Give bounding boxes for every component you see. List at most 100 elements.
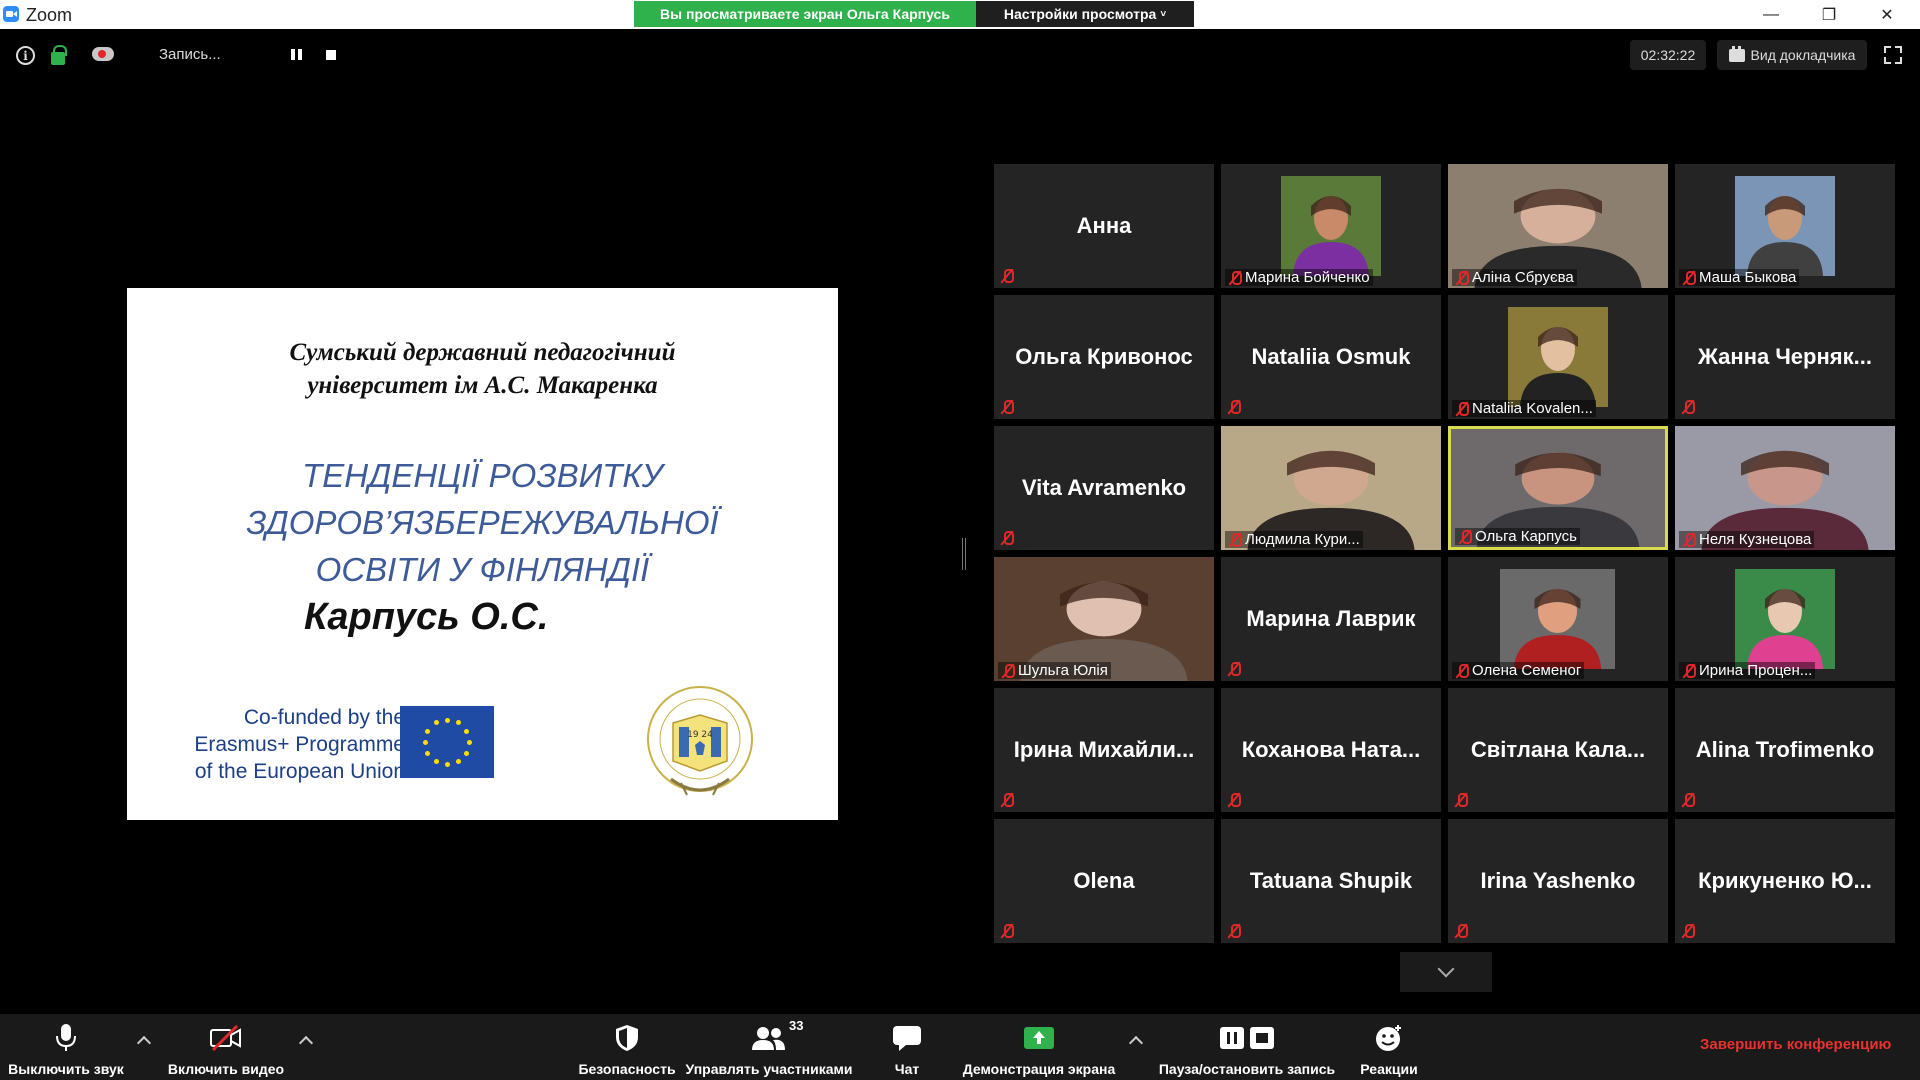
participant-tile[interactable]: Tatuana Shupik: [1221, 819, 1441, 943]
reactions-button[interactable]: Реакции: [1352, 1014, 1426, 1080]
participant-tile[interactable]: Nataliia Kovalen...: [1448, 295, 1668, 419]
slide-university: Сумський державний педагогічний універси…: [127, 336, 838, 402]
mic-muted-icon: [1454, 792, 1468, 808]
slide-title: ТЕНДЕНЦІЇ РОЗВИТКУ ЗДОРОВ’ЯЗБЕРЕЖУВАЛЬНО…: [127, 452, 838, 593]
eu-star-icon: [455, 758, 461, 764]
audio-options-caret-icon[interactable]: [136, 1035, 152, 1051]
security-button[interactable]: Безопасность: [578, 1014, 676, 1080]
participant-name-label: Шульга Юлія: [998, 662, 1111, 679]
eu-flag-icon: [400, 706, 494, 778]
panel-resize-handle[interactable]: [962, 538, 966, 570]
participant-tile[interactable]: Марина Бойченко: [1221, 164, 1441, 288]
participant-name: Маша Быкова: [1699, 269, 1797, 286]
participant-tile[interactable]: Крикуненко Ю...: [1675, 819, 1895, 943]
participant-tile[interactable]: Nataliia Osmuk: [1221, 295, 1441, 419]
security-label: Безопасность: [578, 1061, 676, 1077]
participant-tile[interactable]: Аліна Сбруєва: [1448, 164, 1668, 288]
view-options-button[interactable]: Настройки просмотра ˅: [976, 1, 1194, 27]
participant-tile[interactable]: Жанна Черняк...: [1675, 295, 1895, 419]
participant-tile[interactable]: Коханова Ната...: [1221, 688, 1441, 812]
fullscreen-icon[interactable]: [1884, 46, 1902, 64]
recording-status: Запись...: [159, 46, 221, 63]
manage-participants-button[interactable]: 33 Управлять участниками: [684, 1014, 854, 1080]
close-button[interactable]: ✕: [1864, 0, 1910, 29]
chat-button[interactable]: Чат: [876, 1014, 938, 1080]
cofund-line3: of the European Union: [194, 760, 405, 783]
participant-name-label: Людмила Кури...: [1225, 531, 1363, 548]
minimize-button[interactable]: —: [1748, 0, 1794, 29]
collapse-grid-button[interactable]: [1400, 952, 1492, 992]
participant-name-label: Ольга Карпусь: [1455, 528, 1580, 545]
participant-name: Жанна Черняк...: [1698, 344, 1872, 369]
viewing-screen-label: Вы просматриваете экран Ольга Карпусь: [634, 1, 976, 27]
stop-recording-icon[interactable]: [326, 50, 336, 60]
participant-name: Крикуненко Ю...: [1698, 868, 1872, 893]
eu-star-icon: [463, 750, 469, 756]
shield-icon: [609, 1020, 645, 1056]
participant-tile[interactable]: Ольга Кривонос: [994, 295, 1214, 419]
mic-muted-icon: [1227, 923, 1241, 939]
share-screen-button[interactable]: Демонстрация экрана: [958, 1014, 1120, 1080]
eu-star-icon: [433, 758, 439, 764]
window-titlebar: Zoom Вы просматриваете экран Ольга Карпу…: [0, 0, 1920, 29]
pause-stop-icon: [1217, 1020, 1277, 1056]
participant-tile[interactable]: Анна: [994, 164, 1214, 288]
mic-muted-icon: [1228, 270, 1242, 286]
meeting-timer: 02:32:22: [1630, 40, 1706, 70]
shared-screen-slide: Сумський державний педагогічний універси…: [127, 288, 838, 820]
participant-name-label: Олена Семеног: [1452, 662, 1585, 679]
participant-name: Шульга Юлія: [1018, 662, 1108, 679]
participant-tile[interactable]: Неля Кузнецова: [1675, 426, 1895, 550]
participant-tile[interactable]: Маша Быкова: [1675, 164, 1895, 288]
mic-muted-icon: [1227, 399, 1241, 415]
participant-name: Світлана Кала...: [1470, 737, 1646, 762]
mic-muted-icon: [1681, 923, 1695, 939]
participant-tile[interactable]: Alina Trofimenko: [1675, 688, 1895, 812]
slide-title-line3: ОСВІТИ У ФІНЛЯНДІЇ: [315, 551, 650, 588]
mic-muted-icon: [1681, 399, 1695, 415]
participant-tile[interactable]: Ольга Карпусь: [1448, 426, 1668, 550]
participant-tile[interactable]: Марина Лаврик: [1221, 557, 1441, 681]
share-options-caret-icon[interactable]: [1128, 1035, 1144, 1051]
erasmus-cofund-text: Co-funded by the Erasmus+ Programme of t…: [165, 704, 405, 785]
pause-stop-recording-button[interactable]: Пауза/остановить запись: [1156, 1014, 1338, 1080]
zoom-logo-icon: [3, 6, 19, 22]
share-screen-icon: [1021, 1020, 1057, 1056]
participants-icon: 33: [739, 1018, 803, 1056]
speaker-view-button[interactable]: Вид докладчика: [1717, 40, 1867, 70]
mute-button[interactable]: Выключить звук: [4, 1014, 128, 1080]
participant-tile[interactable]: Світлана Кала...: [1448, 688, 1668, 812]
participant-tile[interactable]: Vita Avramenko: [994, 426, 1214, 550]
mic-muted-icon: [1001, 663, 1015, 679]
mic-muted-icon: [1458, 529, 1472, 545]
meeting-info-icon[interactable]: i: [16, 46, 35, 65]
participant-tile[interactable]: Олена Семеног: [1448, 557, 1668, 681]
reactions-label: Реакции: [1360, 1061, 1418, 1077]
pause-recording-icon[interactable]: [291, 49, 302, 60]
end-meeting-button[interactable]: Завершить конференцию: [1700, 1036, 1891, 1053]
participant-name: Tatuana Shupik: [1249, 868, 1413, 893]
chat-label: Чат: [894, 1061, 920, 1077]
eu-star-icon: [444, 761, 450, 767]
participant-name-label: Марина Бойченко: [1225, 269, 1373, 286]
mic-muted-icon: [1000, 268, 1014, 284]
screen-share-banner: Вы просматриваете экран Ольга Карпусь На…: [634, 1, 1194, 27]
speaker-view-label: Вид докладчика: [1750, 47, 1856, 63]
participant-tile[interactable]: Шульга Юлія: [994, 557, 1214, 681]
participant-tile[interactable]: Irina Yashenko: [1448, 819, 1668, 943]
app-name: Zoom: [26, 5, 73, 25]
participant-name: Коханова Ната...: [1241, 737, 1421, 762]
share-screen-label: Демонстрация экрана: [962, 1061, 1116, 1077]
participant-tile[interactable]: Ірина Михайли...: [994, 688, 1214, 812]
encryption-lock-icon[interactable]: [51, 45, 67, 65]
eu-star-icon: [425, 728, 431, 734]
participant-tile[interactable]: Людмила Кури...: [1221, 426, 1441, 550]
mic-muted-icon: [1228, 532, 1242, 548]
slide-university-line2: університет ім А.С. Макаренка: [307, 372, 658, 399]
video-options-caret-icon[interactable]: [298, 1035, 314, 1051]
participant-tile[interactable]: Olena: [994, 819, 1214, 943]
start-video-button[interactable]: Включить видео: [164, 1014, 288, 1080]
participant-name: Аліна Сбруєва: [1472, 269, 1574, 286]
participant-tile[interactable]: Ирина Процен...: [1675, 557, 1895, 681]
maximize-button[interactable]: ❐: [1806, 0, 1852, 29]
